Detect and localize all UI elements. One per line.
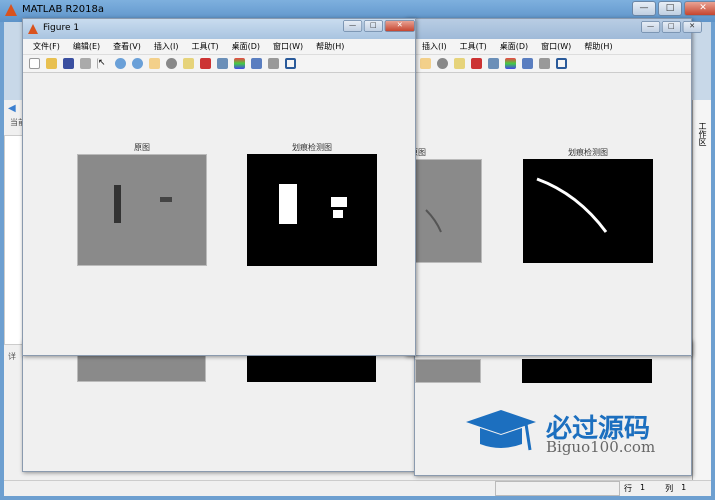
- minimize-button[interactable]: —: [632, 1, 656, 16]
- menu-edit[interactable]: 编辑(E): [73, 41, 100, 54]
- fig2-close-button[interactable]: ✕: [682, 21, 702, 33]
- col-label: 列: [665, 484, 674, 493]
- figure-2-title-bar: — □ ✕: [406, 19, 702, 39]
- hide-plot-icon[interactable]: [539, 58, 550, 69]
- fig2-maximize-button[interactable]: □: [661, 21, 681, 33]
- rotate-icon[interactable]: [437, 58, 448, 69]
- menu-window[interactable]: 窗口(W): [273, 41, 303, 54]
- cursor-position: 行1 列1: [624, 483, 686, 494]
- fig2-axis2-title: 划痕检测图: [568, 148, 608, 157]
- data-cursor-icon[interactable]: [454, 58, 465, 69]
- watermark: 必过源码 Biguo100.com: [466, 410, 655, 463]
- workspace-panel: 工作区: [692, 100, 711, 480]
- fig2-original-image: [410, 159, 482, 263]
- back-arrow-icon[interactable]: ◀: [8, 103, 20, 114]
- axis2-title: 划痕检测图: [292, 143, 332, 152]
- close-button[interactable]: ✕: [684, 1, 715, 16]
- figure-1-title-bar: Figure 1 — □ ✕: [23, 19, 415, 39]
- save-icon[interactable]: [63, 58, 74, 69]
- main-window-controls: — □ ✕: [632, 1, 715, 16]
- show-plot-icon[interactable]: [556, 58, 567, 69]
- col-value: 1: [681, 483, 687, 492]
- pan-icon[interactable]: [420, 58, 431, 69]
- maximize-button[interactable]: □: [658, 1, 682, 16]
- menu-view[interactable]: 查看(V): [113, 41, 141, 54]
- pan-icon[interactable]: [149, 58, 160, 69]
- menu-insert[interactable]: 插入(I): [154, 41, 179, 54]
- brush-icon[interactable]: [471, 58, 482, 69]
- pointer-icon[interactable]: ↖: [97, 58, 109, 69]
- figure-2-window[interactable]: — □ ✕ 插入(I) 工具(T) 桌面(D) 窗口(W) 帮助(H) 原图 划痕检…: [405, 18, 702, 356]
- brush-icon[interactable]: [200, 58, 211, 69]
- fig2-scratch-detection-image: [523, 159, 653, 263]
- link-icon[interactable]: [217, 58, 228, 69]
- menu-tools[interactable]: 工具(T): [191, 41, 218, 54]
- original-image: [77, 154, 207, 266]
- matlab-logo-icon: [5, 4, 17, 16]
- legend-icon[interactable]: [522, 58, 533, 69]
- menu-help[interactable]: 帮助(H): [316, 41, 344, 54]
- row-value: 1: [640, 483, 646, 492]
- scratch-detection-image: [247, 154, 377, 266]
- detection-image-bg: [247, 355, 376, 382]
- hide-plot-icon[interactable]: [268, 58, 279, 69]
- open-icon[interactable]: [46, 58, 57, 69]
- details-label: 详: [8, 352, 16, 361]
- zoom-out-icon[interactable]: [132, 58, 143, 69]
- fig1-maximize-button[interactable]: □: [363, 20, 383, 32]
- original-image-bg: [77, 355, 206, 382]
- fig2-menu-desktop[interactable]: 桌面(D): [500, 41, 528, 54]
- axis1-title: 原图: [134, 143, 150, 152]
- status-bar: 行1 列1: [4, 480, 711, 496]
- fig2-menu-help[interactable]: 帮助(H): [584, 41, 612, 54]
- zoom-in-icon[interactable]: [115, 58, 126, 69]
- fig2-menu-window[interactable]: 窗口(W): [541, 41, 571, 54]
- colorbar-icon[interactable]: [234, 58, 245, 69]
- watermark-en: Biguo100.com: [546, 438, 656, 456]
- link-icon[interactable]: [488, 58, 499, 69]
- original-image-bg2: [415, 359, 481, 383]
- status-cell: [495, 481, 620, 496]
- print-icon[interactable]: [80, 58, 91, 69]
- main-window-title: MATLAB R2018a: [22, 4, 105, 15]
- figure-1-window[interactable]: Figure 1 — □ ✕ 文件(F) 编辑(E) 查看(V) 插入(I) 工具(…: [22, 18, 416, 356]
- background-figure-left[interactable]: [22, 340, 416, 472]
- menu-desktop[interactable]: 桌面(D): [232, 41, 260, 54]
- colorbar-icon[interactable]: [505, 58, 516, 69]
- fig2-menu-tools[interactable]: 工具(T): [460, 41, 487, 54]
- fig2-minimize-button[interactable]: —: [641, 21, 661, 33]
- fig2-menu-insert[interactable]: 插入(I): [422, 41, 447, 54]
- legend-icon[interactable]: [251, 58, 262, 69]
- figure-1-title: Figure 1: [43, 23, 80, 33]
- row-label: 行: [624, 484, 632, 493]
- show-plot-icon[interactable]: [285, 58, 296, 69]
- figure-logo-icon: [28, 24, 38, 34]
- fig1-close-button[interactable]: ✕: [384, 20, 415, 32]
- fig1-minimize-button[interactable]: —: [343, 20, 363, 32]
- rotate-icon[interactable]: [166, 58, 177, 69]
- workspace-tab[interactable]: 工作区: [697, 122, 708, 146]
- graduation-cap-icon: [466, 410, 536, 451]
- menu-file[interactable]: 文件(F): [33, 41, 60, 54]
- data-cursor-icon[interactable]: [183, 58, 194, 69]
- detection-image-bg2: [522, 359, 652, 383]
- current-folder-panel: [4, 135, 24, 345]
- new-file-icon[interactable]: [29, 58, 40, 69]
